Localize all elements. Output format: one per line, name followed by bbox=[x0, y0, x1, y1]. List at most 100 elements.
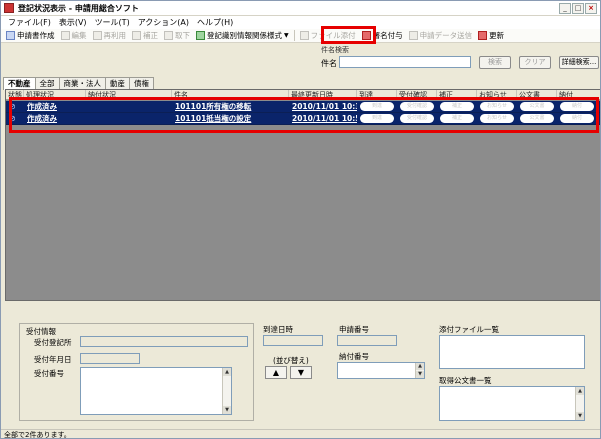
refresh-label: 更新 bbox=[489, 31, 505, 40]
header-receipt[interactable]: 受付確認 bbox=[397, 90, 437, 99]
detail-search-button[interactable]: 詳細検索... bbox=[559, 56, 599, 69]
create-application-button[interactable]: 申請書作成 bbox=[3, 30, 58, 42]
header-arrival[interactable]: 到達 bbox=[357, 90, 397, 99]
notice-pill[interactable]: お知らせ bbox=[480, 102, 514, 111]
send-data-button[interactable]: 申請データ送信 bbox=[406, 30, 476, 42]
link-icon: ⊘ bbox=[9, 113, 16, 123]
header-subject[interactable]: 件名 bbox=[172, 90, 289, 99]
tab-all[interactable]: 全部 bbox=[34, 77, 60, 89]
menu-action[interactable]: アクション(A) bbox=[134, 17, 193, 28]
refresh-icon bbox=[478, 31, 488, 40]
minimize-icon[interactable]: _ bbox=[559, 3, 571, 14]
search-button[interactable]: 検索 bbox=[479, 56, 511, 69]
clear-button[interactable]: クリア bbox=[519, 56, 551, 69]
sort-up-button[interactable]: ▲ bbox=[265, 366, 287, 379]
toolbar: 申請書作成 編集 再利用 補正 取下 登記識別情報関係様式 ▼ ファイル添付 署名… bbox=[1, 29, 600, 43]
amend-pill[interactable]: 補正 bbox=[440, 102, 474, 111]
updated-cell: 2010/11/01 10:58 bbox=[292, 113, 357, 123]
withdraw-label: 取下 bbox=[175, 31, 190, 40]
notice-pill[interactable]: お知らせ bbox=[480, 114, 514, 123]
payment-cell bbox=[86, 101, 172, 113]
amend-button[interactable]: 補正 bbox=[129, 30, 161, 42]
scroll-down-icon[interactable]: ▼ bbox=[576, 412, 584, 420]
reuse-button[interactable]: 再利用 bbox=[90, 30, 130, 42]
table-row[interactable]: ⊘ 作成済み 101101所有権の移転 2010/11/01 10:37 到達 … bbox=[6, 101, 600, 113]
menu-bar: ファイル(F) 表示(V) ツール(T) アクション(A) ヘルプ(H) bbox=[1, 16, 600, 29]
scroll-up-icon[interactable]: ▲ bbox=[416, 363, 424, 370]
search-name-label: 件名 bbox=[321, 59, 337, 68]
menu-help[interactable]: ヘルプ(H) bbox=[193, 17, 237, 28]
registry-forms-button[interactable]: 登記識別情報関係様式 ▼ bbox=[193, 30, 292, 42]
scrollbar[interactable]: ▲ ▼ bbox=[575, 387, 584, 420]
window-title: 登記状況表示 - 申請用総合ソフト bbox=[18, 3, 139, 13]
official-docs-list[interactable]: ▲ ▼ bbox=[439, 386, 585, 421]
attach-file-label: ファイル添付 bbox=[310, 31, 356, 40]
header-updated[interactable]: 最終更新日時 bbox=[289, 90, 357, 99]
amend-pill[interactable]: 補正 bbox=[440, 114, 474, 123]
attached-files-list[interactable] bbox=[439, 335, 585, 369]
header-pay[interactable]: 納付 bbox=[557, 90, 600, 99]
header-official-doc[interactable]: 公文書 bbox=[517, 90, 557, 99]
create-application-label: 申請書作成 bbox=[17, 31, 55, 40]
receipt-pill[interactable]: 受付確認 bbox=[400, 114, 434, 123]
amend-icon bbox=[132, 31, 141, 40]
subject-cell[interactable]: 101101抵当権の設定 bbox=[172, 113, 289, 125]
header-notice[interactable]: お知らせ bbox=[477, 90, 517, 99]
refresh-button[interactable]: 更新 bbox=[475, 30, 507, 42]
sort-down-button[interactable]: ▼ bbox=[290, 366, 312, 379]
header-processing[interactable]: 処理状況 bbox=[24, 90, 86, 99]
header-status[interactable]: 状態 bbox=[6, 90, 24, 99]
header-amend[interactable]: 補正 bbox=[437, 90, 477, 99]
tab-claims[interactable]: 債権 bbox=[129, 77, 154, 89]
scroll-down-icon[interactable]: ▼ bbox=[416, 371, 424, 378]
table-row[interactable]: ⊘ 作成済み 101101抵当権の設定 2010/11/01 10:58 到達 … bbox=[6, 113, 600, 125]
reuse-icon bbox=[92, 31, 102, 40]
add-signature-button[interactable]: 署名付与 bbox=[359, 30, 406, 42]
arrival-datetime-field bbox=[263, 335, 323, 346]
tab-movable[interactable]: 動産 bbox=[105, 77, 130, 89]
official-doc-pill[interactable]: 公文書 bbox=[520, 114, 554, 123]
menu-file[interactable]: ファイル(F) bbox=[4, 17, 55, 28]
window-controls: _ □ × bbox=[559, 3, 597, 14]
receipt-pill[interactable]: 受付確認 bbox=[400, 102, 434, 111]
scrollbar[interactable]: ▲ ▼ bbox=[222, 368, 231, 414]
payment-number-field[interactable]: ▲ ▼ bbox=[337, 362, 425, 379]
send-icon bbox=[408, 31, 418, 40]
subject-cell[interactable]: 101101所有権の移転 bbox=[172, 101, 289, 113]
menu-tools[interactable]: ツール(T) bbox=[91, 17, 134, 28]
receipt-date-field bbox=[80, 353, 140, 364]
attach-file-button[interactable]: ファイル添付 bbox=[297, 30, 359, 42]
scroll-up-icon[interactable]: ▲ bbox=[223, 368, 231, 376]
status-bar: 全部で2件あります。 bbox=[1, 429, 600, 438]
payment-number-label: 納付番号 bbox=[339, 352, 369, 361]
maximize-icon[interactable]: □ bbox=[572, 3, 584, 14]
scroll-down-icon[interactable]: ▼ bbox=[223, 406, 231, 414]
arrival-pill[interactable]: 到達 bbox=[360, 114, 394, 123]
arrival-pill[interactable]: 到達 bbox=[360, 102, 394, 111]
add-signature-label: 署名付与 bbox=[372, 31, 403, 40]
scroll-up-icon[interactable]: ▲ bbox=[576, 387, 584, 395]
pay-pill[interactable]: 納付 bbox=[560, 114, 594, 123]
link-icon: ⊘ bbox=[9, 101, 16, 111]
withdraw-button[interactable]: 取下 bbox=[161, 30, 193, 42]
scrollbar[interactable]: ▲ ▼ bbox=[415, 363, 424, 378]
send-data-label: 申請データ送信 bbox=[419, 31, 473, 40]
official-doc-pill[interactable]: 公文書 bbox=[520, 102, 554, 111]
grid-header: 状態 処理状況 納付状況 件名 最終更新日時 到達 受付確認 補正 お知らせ 公… bbox=[6, 90, 600, 100]
close-icon[interactable]: × bbox=[585, 3, 597, 14]
tab-commercial[interactable]: 商業・法人 bbox=[58, 77, 106, 89]
pay-pill[interactable]: 納付 bbox=[560, 102, 594, 111]
registry-forms-label: 登記識別情報関係様式 bbox=[207, 31, 282, 40]
search-area: 件名検索 件名 検索 クリア 詳細検索... bbox=[259, 45, 600, 75]
menu-view[interactable]: 表示(V) bbox=[55, 17, 91, 28]
edit-icon bbox=[60, 31, 70, 40]
application-grid: 状態 処理状況 納付状況 件名 最終更新日時 到達 受付確認 補正 お知らせ 公… bbox=[5, 89, 600, 301]
toolbar-separator bbox=[293, 30, 295, 41]
chevron-down-icon: ▼ bbox=[284, 32, 289, 39]
application-number-label: 申請番号 bbox=[339, 325, 369, 334]
header-payment[interactable]: 納付状況 bbox=[86, 90, 172, 99]
edit-button[interactable]: 編集 bbox=[58, 30, 90, 42]
subject-search-input[interactable] bbox=[339, 56, 471, 68]
receipt-number-list[interactable]: ▲ ▼ bbox=[80, 367, 232, 415]
category-tabs: 不動産 全部 商業・法人 動産 債権 bbox=[3, 77, 154, 90]
